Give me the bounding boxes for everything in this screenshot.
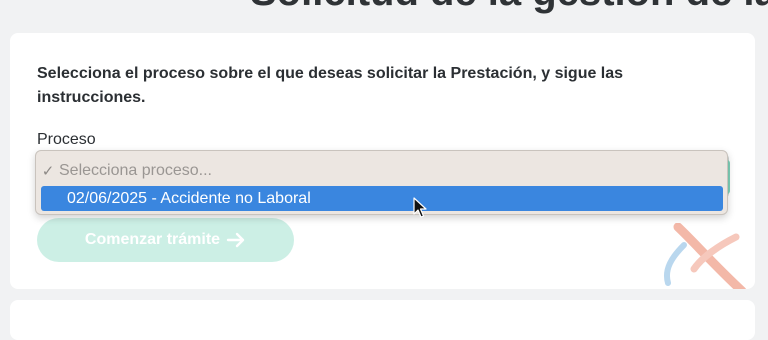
start-button-label: Comenzar trámite bbox=[84, 231, 221, 248]
brand-logo-watermark bbox=[664, 223, 747, 289]
dropdown-option-placeholder[interactable]: ✓ Selecciona proceso... bbox=[41, 160, 212, 182]
start-procedure-button[interactable]: Comenzar trámite bbox=[37, 218, 294, 262]
mouse-pointer-icon bbox=[413, 197, 427, 218]
process-dropdown-menu[interactable]: ✓ Selecciona proceso... 02/06/2025 - Acc… bbox=[35, 150, 728, 215]
process-label: Proceso bbox=[37, 131, 96, 148]
dropdown-option-accident[interactable]: 02/06/2025 - Accidente no Laboral bbox=[41, 186, 723, 211]
page-heading: Solicitud de la gestión de la prestación bbox=[250, 0, 768, 14]
option-label: 02/06/2025 - Accidente no Laboral bbox=[67, 189, 311, 207]
placeholder-option-label: Selecciona proceso... bbox=[59, 162, 212, 179]
arrow-right-icon bbox=[226, 232, 246, 248]
secondary-card bbox=[10, 300, 755, 340]
page-heading-clipped: Solicitud de la gestión de la prestación bbox=[0, 0, 768, 14]
checkmark-icon: ✓ bbox=[41, 163, 55, 180]
instructions-text: Selecciona el proceso sobre el que desea… bbox=[37, 65, 624, 106]
